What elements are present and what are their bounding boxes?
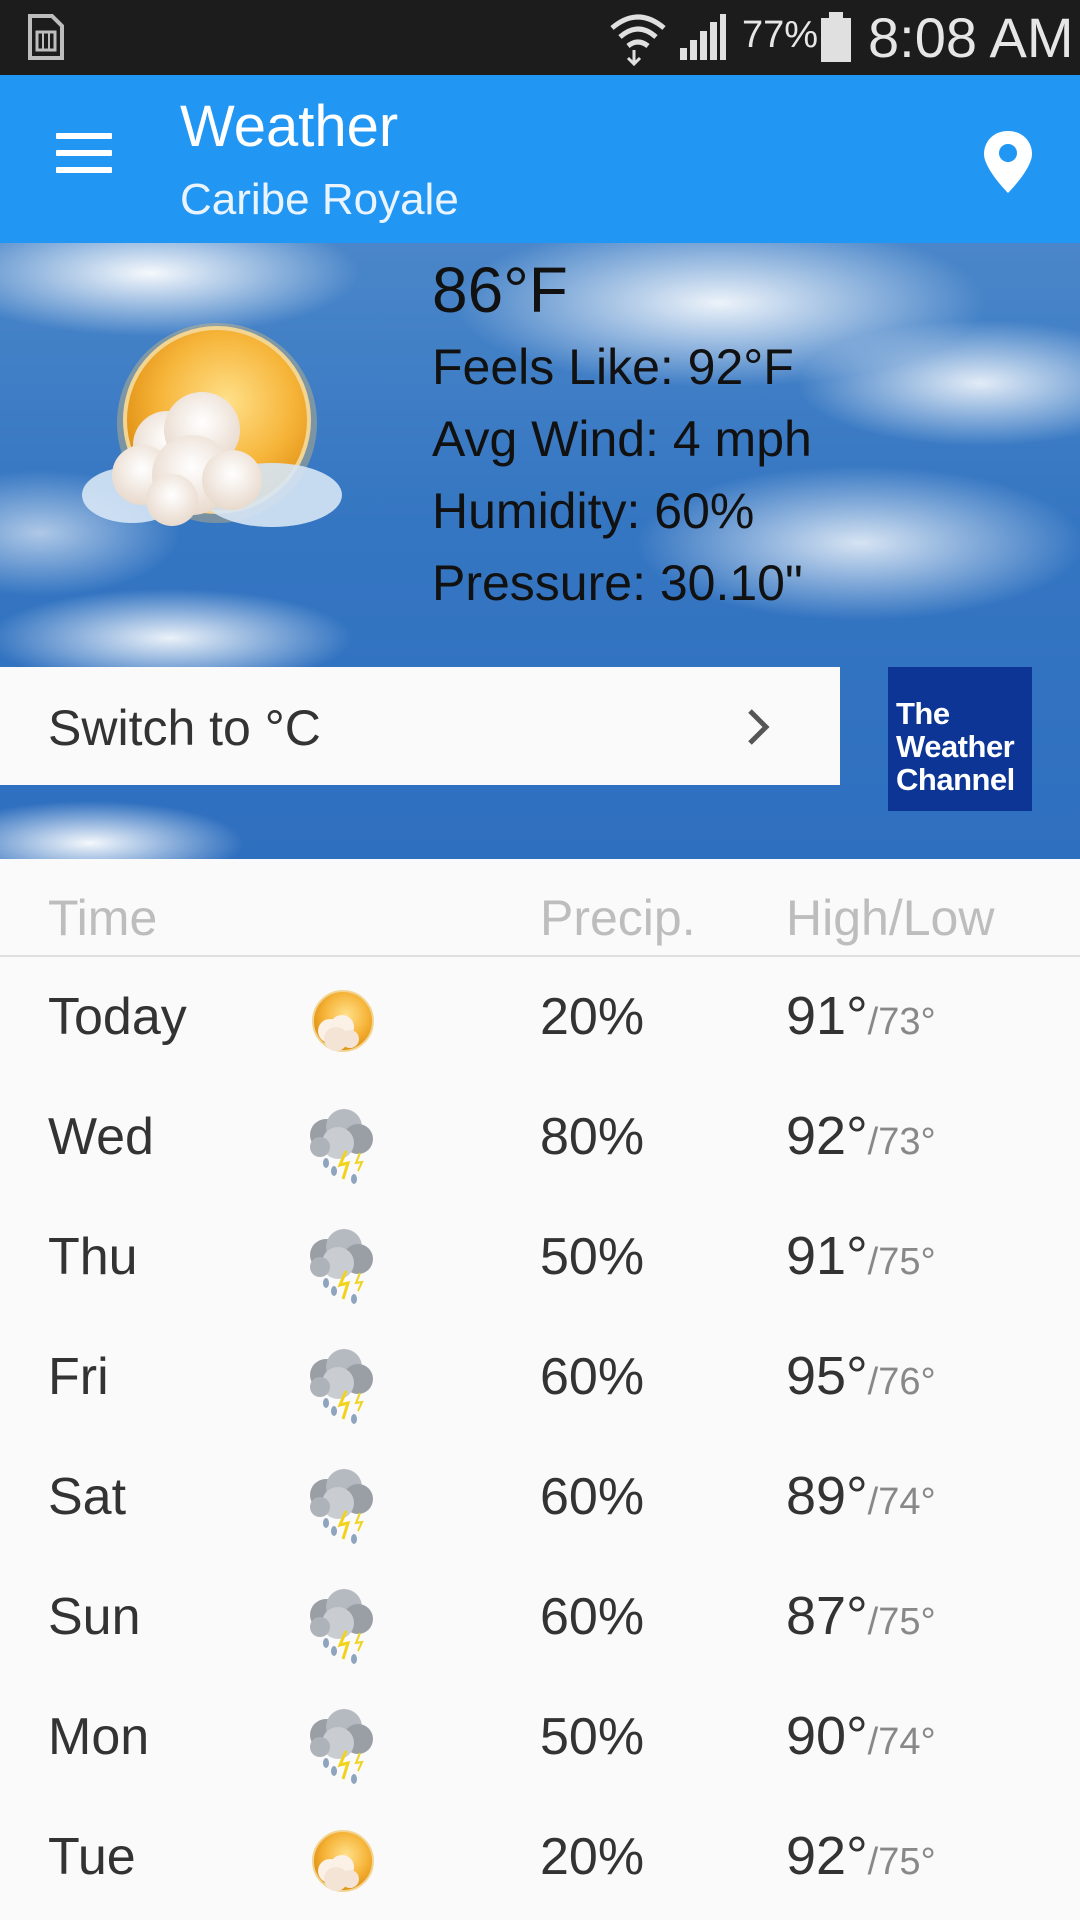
feels-like: Feels Like: 92°F [432,339,794,395]
wifi-icon [610,14,666,66]
forecast-high: 92°/73° [786,1105,936,1167]
header-time: Time [48,890,158,946]
header-precip: Precip. [540,890,696,946]
logo-line-2: Weather [896,729,1015,764]
thunderstorm-icon [296,1339,386,1429]
switch-unit-button[interactable]: Switch to °C [0,667,840,785]
forecast-row[interactable]: Sun 60% 87°/75° [0,1559,1080,1679]
forecast-high-value: 89° [786,1466,868,1526]
forecast-precip: 80% [540,1108,645,1166]
forecast-high: 91°/73° [786,985,936,1047]
forecast-high-value: 95° [786,1346,868,1406]
location-pin-icon [984,131,1032,193]
forecast-high-value: 92° [786,1106,868,1166]
forecast-row[interactable]: Sat 60% 89°/74° [0,1439,1080,1559]
status-bar: 77% 8:08 AM [0,0,1080,75]
forecast-high-value: 91° [786,1226,868,1286]
forecast-day: Sat [48,1468,127,1526]
logo-line-1: The [896,696,950,731]
partly-cloudy-icon [296,1819,386,1909]
forecast-high: 90°/74° [786,1705,936,1767]
forecast-precip: 50% [540,1228,645,1286]
location-button[interactable] [978,127,1038,197]
forecast-day: Wed [48,1108,154,1166]
forecast-precip: 20% [540,1828,645,1886]
forecast-low: /75° [867,1841,936,1883]
forecast-high: 95°/76° [786,1345,936,1407]
signal-icon [680,14,726,60]
forecast-high: 91°/75° [786,1225,936,1287]
forecast-precip: 60% [540,1468,645,1526]
thunderstorm-icon [296,1099,386,1189]
humidity: Humidity: 60% [432,483,755,539]
thunderstorm-icon [296,1699,386,1789]
weather-channel-logo[interactable]: The Weather Channel [888,667,1032,811]
forecast-high-value: 87° [786,1586,868,1646]
thunderstorm-icon [296,1579,386,1669]
battery-icon [821,12,851,62]
forecast-high: 89°/74° [786,1465,936,1527]
forecast-low: /75° [867,1601,936,1643]
forecast-day: Today [48,988,187,1046]
chevron-right-icon [748,709,770,745]
forecast-row[interactable]: Fri 60% 95°/76° [0,1319,1080,1439]
forecast-low: /75° [867,1241,936,1283]
forecast-low: /76° [867,1361,936,1403]
forecast-row[interactable]: Thu 50% 91°/75° [0,1199,1080,1319]
switch-unit-label: Switch to °C [48,700,321,756]
battery-percent: 77% [742,14,819,56]
forecast-high: 92°/75° [786,1825,936,1887]
pressure: Pressure: 30.10" [432,555,803,611]
forecast-high-value: 90° [786,1706,868,1766]
forecast-day: Thu [48,1228,138,1286]
forecast-day: Mon [48,1708,150,1766]
forecast-low: /74° [867,1721,936,1763]
avg-wind: Avg Wind: 4 mph [432,411,812,467]
current-conditions: 86°F Feels Like: 92°F Avg Wind: 4 mph Hu… [0,243,1080,859]
forecast-day: Tue [48,1828,136,1886]
forecast-row[interactable]: Wed 80% 92°/73° [0,1079,1080,1199]
clock: 8:08 AM [868,6,1074,69]
forecast-row[interactable]: Tue 20% 92°/75° [0,1799,1080,1919]
current-temperature: 86°F [432,254,568,326]
forecast-high-value: 92° [786,1826,868,1886]
menu-button[interactable] [40,119,130,199]
partly-cloudy-icon [296,979,386,1069]
forecast-low: /73° [867,1121,936,1163]
forecast-header: Time Precip. High/Low [0,859,1080,957]
forecast-precip: 60% [540,1348,645,1406]
forecast-precip: 60% [540,1588,645,1646]
forecast-row[interactable]: Today 20% 91°/73° [0,959,1080,1079]
sim-card-icon [28,14,64,60]
app-title: Weather [180,94,399,159]
location-name[interactable]: Caribe Royale [180,175,459,225]
header-high-low: High/Low [786,890,995,946]
partly-cloudy-icon [82,323,342,527]
forecast-precip: 50% [540,1708,645,1766]
forecast-low: /73° [867,1001,936,1043]
app-bar: Weather Caribe Royale [0,75,1080,243]
forecast-day: Sun [48,1588,141,1646]
forecast-precip: 20% [540,988,645,1046]
forecast-row[interactable]: Mon 50% 90°/74° [0,1679,1080,1799]
thunderstorm-icon [296,1459,386,1549]
thunderstorm-icon [296,1219,386,1309]
forecast-low: /74° [867,1481,936,1523]
forecast-high-value: 91° [786,986,868,1046]
logo-line-3: Channel [896,762,1015,797]
forecast-day: Fri [48,1348,109,1406]
forecast-high: 87°/75° [786,1585,936,1647]
